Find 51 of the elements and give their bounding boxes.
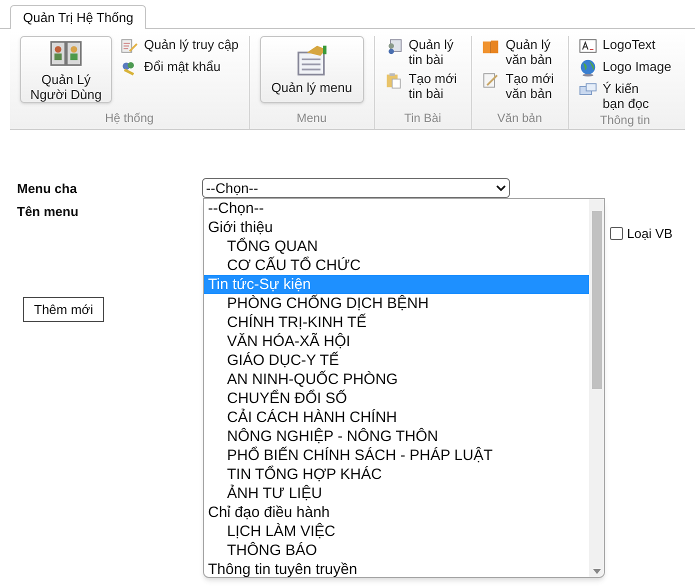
dropdown-option[interactable]: Chỉ đạo điều hành	[204, 503, 589, 522]
dropdown-option[interactable]: THÔNG BÁO	[204, 541, 589, 560]
checkbox[interactable]	[610, 227, 623, 240]
ribbon-large-button[interactable]: Quản Lý Người Dùng	[20, 36, 112, 103]
dropdown-option[interactable]: CHÍNH TRỊ-KINH TẾ	[204, 313, 589, 332]
dropdown-option[interactable]: TỔNG QUAN	[204, 237, 589, 256]
dropdown-option[interactable]: LỊCH LÀM VIỆC	[204, 522, 589, 541]
dropdown-option[interactable]: Thông tin tuyên truyền	[204, 560, 589, 579]
scrollbar[interactable]	[589, 199, 604, 577]
ribbon-small-button[interactable]: LogoText	[578, 37, 672, 55]
ribbon-small-button[interactable]: Quản lý tin bài	[384, 37, 461, 67]
ribbon-group-label: Tin Bài	[404, 110, 442, 127]
dropdown-option[interactable]: GIÁO DỤC-Y TẾ	[204, 351, 589, 370]
ribbon-tab[interactable]: Quản Trị Hệ Thống	[10, 5, 146, 29]
document-pencil-icon	[482, 71, 500, 89]
ribbon-small-button[interactable]: Đổi mật khẩu	[120, 59, 239, 77]
select-field[interactable]: --Chọn--	[202, 178, 510, 198]
checkbox-label: Loại VB	[627, 225, 673, 243]
dropdown-option[interactable]: VĂN HÓA-XÃ HỘI	[204, 332, 589, 351]
dropdown-option[interactable]: --Chọn--	[204, 199, 589, 218]
font-icon	[578, 37, 597, 55]
dropdown-option[interactable]: Giới thiệu	[204, 218, 589, 237]
dropdown-option[interactable]: PHỔ BIẾN CHÍNH SÁCH - PHÁP LUẬT	[204, 446, 589, 465]
ribbon-group-label: Thông tin	[600, 112, 650, 129]
ribbon-small-button[interactable]: Ý kiến bạn đọc	[578, 81, 672, 111]
dropdown-option[interactable]: TIN TỔNG HỢP KHÁC	[204, 465, 589, 484]
ribbon-small-button[interactable]: Logo Image	[578, 59, 672, 77]
field-label: Menu cha	[17, 180, 77, 198]
dropdown-option[interactable]: PHÒNG CHỐNG DỊCH BỆNH	[204, 294, 589, 313]
ribbon-small-button[interactable]: Tạo mới tin bài	[384, 71, 461, 101]
note-pencil-icon	[120, 37, 138, 55]
ribbon-large-button[interactable]: Quản lý menu	[260, 36, 364, 103]
ribbon-small-button[interactable]: Quản lý văn bản	[482, 37, 558, 67]
ribbon-small-button[interactable]: Quản lý truy cập	[120, 37, 239, 55]
globe-icon	[578, 59, 597, 77]
ribbon-group-label: Văn bản	[497, 110, 542, 127]
add-button[interactable]: Thêm mới	[23, 297, 104, 322]
scroll-down-icon[interactable]	[592, 569, 600, 574]
clipboard-icon	[384, 71, 403, 89]
dropdown-option[interactable]: CHUYỂN ĐỔI SỐ	[204, 389, 589, 408]
ribbon-group-label: Hệ thống	[104, 110, 154, 127]
dropdown-option[interactable]: CẢI CÁCH HÀNH CHÍNH	[204, 408, 589, 427]
dropdown-option[interactable]: ẢNH TƯ LIỆU	[204, 484, 589, 503]
ribbon-small-button[interactable]: Tạo mới văn bản	[482, 71, 558, 101]
hand-list-icon	[294, 44, 329, 78]
field-label: Tên menu	[17, 203, 78, 221]
chevron-down-icon	[496, 184, 506, 192]
dropdown-option[interactable]: NÔNG NGHIỆP - NÔNG THÔN	[204, 427, 589, 446]
dropdown-option[interactable]: AN NINH-QUỐC PHÒNG	[204, 370, 589, 389]
dropdown-option[interactable]: CƠ CẤU TỔ CHỨC	[204, 256, 589, 275]
ribbon-group-label: Menu	[296, 110, 327, 127]
